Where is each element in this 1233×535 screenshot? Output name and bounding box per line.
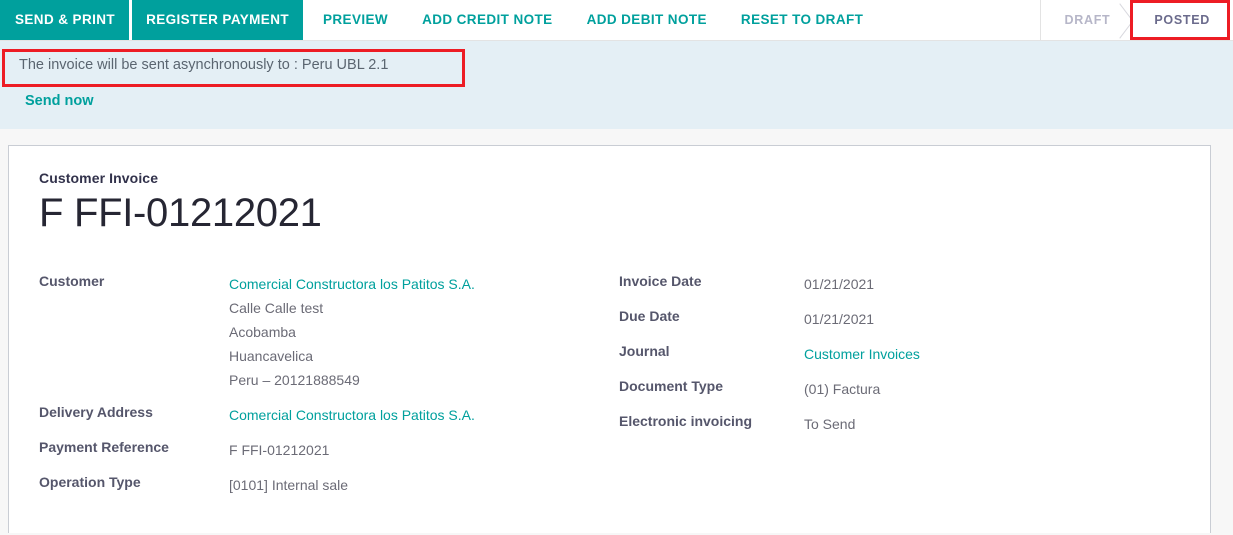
- secondary-action-group: PREVIEWADD CREDIT NOTEADD DEBIT NOTERESE…: [306, 0, 880, 40]
- field-value: To Send: [804, 412, 855, 436]
- async-send-alert: The invoice will be sent asynchronously …: [0, 41, 1233, 129]
- field-row: Delivery AddressComercial Constructora l…: [39, 403, 619, 427]
- invoice-field-grid: CustomerComercial Constructora los Patit…: [39, 272, 1180, 508]
- alert-message: The invoice will be sent asynchronously …: [2, 49, 398, 83]
- field-value-text: 01/21/2021: [804, 272, 874, 296]
- field-value-link[interactable]: Comercial Constructora los Patitos S.A.: [229, 272, 475, 296]
- field-value-text: Huancavelica: [229, 344, 475, 368]
- field-value[interactable]: Comercial Constructora los Patitos S.A.C…: [229, 272, 475, 392]
- field-value-text: Acobamba: [229, 320, 475, 344]
- preview-button[interactable]: PREVIEW: [306, 0, 405, 40]
- field-value[interactable]: Customer Invoices: [804, 342, 920, 366]
- field-label: Delivery Address: [39, 403, 229, 421]
- right-field-column: Invoice Date01/21/2021Due Date01/21/2021…: [619, 272, 1059, 447]
- field-value-text: Peru – 20121888549: [229, 368, 475, 392]
- field-value-link[interactable]: Customer Invoices: [804, 342, 920, 366]
- status-step-draft[interactable]: DRAFT: [1041, 0, 1131, 40]
- left-field-column: CustomerComercial Constructora los Patit…: [39, 272, 619, 508]
- field-row: JournalCustomer Invoices: [619, 342, 1059, 366]
- field-label: Payment Reference: [39, 438, 229, 456]
- field-label: Customer: [39, 272, 229, 290]
- field-row: Operation Type[0101] Internal sale: [39, 473, 619, 497]
- page-title: F FFI-01212021: [39, 192, 1180, 234]
- field-label: Due Date: [619, 307, 804, 325]
- field-label: Electronic invoicing: [619, 412, 804, 430]
- field-label: Journal: [619, 342, 804, 360]
- field-row: Due Date01/21/2021: [619, 307, 1059, 331]
- field-row: Invoice Date01/21/2021: [619, 272, 1059, 296]
- field-value-text: To Send: [804, 412, 855, 436]
- sheet-container: Customer Invoice F FFI-01212021 Customer…: [0, 129, 1233, 533]
- field-value-text: [0101] Internal sale: [229, 473, 348, 497]
- status-breadcrumb: DRAFTPOSTED: [1040, 0, 1233, 40]
- field-value-text: Calle Calle test: [229, 296, 475, 320]
- field-value[interactable]: Comercial Constructora los Patitos S.A.: [229, 403, 475, 427]
- toolbar-spacer: [880, 0, 1039, 40]
- field-label: Operation Type: [39, 473, 229, 491]
- field-value-text: 01/21/2021: [804, 307, 874, 331]
- field-row: Payment ReferenceF FFI-01212021: [39, 438, 619, 462]
- status-step-posted[interactable]: POSTED: [1130, 0, 1230, 40]
- field-label: Invoice Date: [619, 272, 804, 290]
- primary-action-group: SEND & PRINTREGISTER PAYMENT: [0, 0, 306, 40]
- sheet-subtitle: Customer Invoice: [39, 170, 1180, 186]
- field-row: Electronic invoicingTo Send: [619, 412, 1059, 436]
- field-value: F FFI-01212021: [229, 438, 329, 462]
- invoice-sheet: Customer Invoice F FFI-01212021 Customer…: [8, 145, 1211, 533]
- send-now-link[interactable]: Send now: [25, 93, 93, 109]
- reset-to-draft-button[interactable]: RESET TO DRAFT: [724, 0, 880, 40]
- field-label: Document Type: [619, 377, 804, 395]
- register-payment-button[interactable]: REGISTER PAYMENT: [132, 0, 303, 40]
- action-toolbar: SEND & PRINTREGISTER PAYMENT PREVIEWADD …: [0, 0, 1233, 41]
- field-value: 01/21/2021: [804, 307, 874, 331]
- field-value: [0101] Internal sale: [229, 473, 348, 497]
- field-value-link[interactable]: Comercial Constructora los Patitos S.A.: [229, 403, 475, 427]
- field-value-text: F FFI-01212021: [229, 438, 329, 462]
- field-row: Document Type(01) Factura: [619, 377, 1059, 401]
- field-value-text: (01) Factura: [804, 377, 880, 401]
- send-and-print-button[interactable]: SEND & PRINT: [0, 0, 129, 40]
- field-value: 01/21/2021: [804, 272, 874, 296]
- add-credit-note-button[interactable]: ADD CREDIT NOTE: [405, 0, 570, 40]
- field-value: (01) Factura: [804, 377, 880, 401]
- add-debit-note-button[interactable]: ADD DEBIT NOTE: [570, 0, 724, 40]
- field-row: CustomerComercial Constructora los Patit…: [39, 272, 619, 392]
